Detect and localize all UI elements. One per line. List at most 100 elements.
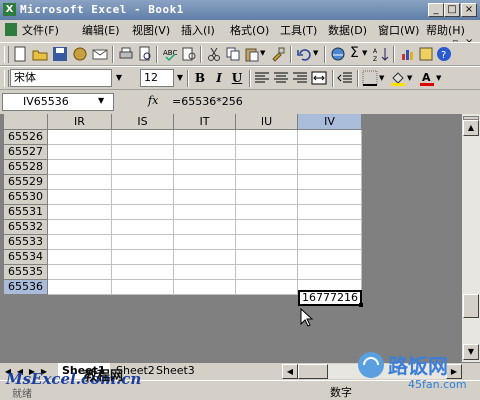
table-cell[interactable]: [48, 280, 112, 295]
new-icon[interactable]: [12, 46, 28, 62]
row-header[interactable]: 65526: [4, 130, 48, 145]
table-cell[interactable]: [236, 280, 298, 295]
table-cell[interactable]: [112, 190, 174, 205]
font-color-icon[interactable]: A: [419, 70, 435, 86]
row-header[interactable]: 65529: [4, 175, 48, 190]
scroll-down-button[interactable]: ▼: [463, 344, 479, 360]
table-cell[interactable]: [236, 265, 298, 280]
column-header-IS[interactable]: IS: [112, 114, 174, 130]
insert-function-button[interactable]: fx: [148, 94, 158, 107]
borders-dropdown-arrow[interactable]: ▼: [379, 74, 384, 82]
scroll-up-button[interactable]: ▲: [463, 120, 479, 136]
merge-center-icon[interactable]: [311, 70, 327, 86]
table-cell[interactable]: [48, 160, 112, 175]
mail-icon[interactable]: [92, 46, 108, 62]
menu-window[interactable]: 窗口(W): [378, 22, 419, 38]
autosum-icon[interactable]: Σ: [350, 45, 359, 61]
table-cell[interactable]: [48, 190, 112, 205]
fill-handle[interactable]: [359, 303, 363, 307]
spelling-icon[interactable]: ABC: [162, 46, 178, 62]
row-header[interactable]: 65527: [4, 145, 48, 160]
align-center-icon[interactable]: [273, 70, 289, 86]
table-cell[interactable]: [298, 250, 362, 265]
permission-icon[interactable]: [72, 46, 88, 62]
align-left-icon[interactable]: [254, 70, 270, 86]
table-cell[interactable]: [112, 265, 174, 280]
table-cell[interactable]: [48, 175, 112, 190]
research-icon[interactable]: [181, 46, 197, 62]
table-cell[interactable]: [48, 145, 112, 160]
font-color-dropdown-arrow[interactable]: ▼: [436, 74, 441, 82]
copy-icon[interactable]: [225, 46, 241, 62]
row-header[interactable]: 65536: [4, 280, 48, 295]
table-cell[interactable]: [298, 235, 362, 250]
table-cell[interactable]: [236, 205, 298, 220]
table-cell[interactable]: [298, 175, 362, 190]
toolbar-grip[interactable]: [4, 46, 9, 63]
row-header[interactable]: 65534: [4, 250, 48, 265]
table-cell[interactable]: [236, 235, 298, 250]
table-cell[interactable]: [298, 265, 362, 280]
align-right-icon[interactable]: [292, 70, 308, 86]
menu-format[interactable]: 格式(O): [230, 22, 269, 38]
select-all-corner[interactable]: [4, 114, 48, 130]
fill-color-icon[interactable]: [390, 70, 406, 86]
minimize-button[interactable]: _: [428, 3, 444, 17]
autosum-dropdown-arrow[interactable]: ▼: [362, 49, 367, 57]
font-size-select[interactable]: 12: [140, 69, 174, 87]
vertical-scrollbar[interactable]: ▲ ▼: [462, 114, 480, 362]
sort-ascending-icon[interactable]: AZ: [373, 46, 389, 62]
active-cell[interactable]: 16777216: [298, 290, 362, 306]
table-cell[interactable]: [48, 235, 112, 250]
column-header-IR[interactable]: IR: [48, 114, 112, 130]
table-cell[interactable]: [236, 175, 298, 190]
excel-icon[interactable]: X: [3, 3, 16, 16]
table-cell[interactable]: [112, 130, 174, 145]
row-header[interactable]: 65532: [4, 220, 48, 235]
insert-hyperlink-icon[interactable]: [330, 46, 346, 62]
column-header-IV[interactable]: IV: [298, 114, 362, 130]
table-cell[interactable]: [48, 130, 112, 145]
horizontal-scroll-thumb[interactable]: [298, 364, 328, 379]
table-cell[interactable]: [174, 160, 236, 175]
table-cell[interactable]: [112, 160, 174, 175]
drawing-icon[interactable]: [418, 46, 434, 62]
table-cell[interactable]: [298, 205, 362, 220]
maximize-button[interactable]: □: [444, 3, 460, 17]
menu-view[interactable]: 视图(V): [132, 22, 170, 38]
table-cell[interactable]: [174, 250, 236, 265]
table-cell[interactable]: [112, 205, 174, 220]
table-cell[interactable]: [236, 160, 298, 175]
bold-button[interactable]: B: [191, 70, 209, 87]
print-preview-icon[interactable]: [137, 46, 153, 62]
table-cell[interactable]: [48, 265, 112, 280]
table-cell[interactable]: [298, 160, 362, 175]
document-icon[interactable]: [5, 23, 17, 36]
table-cell[interactable]: [174, 280, 236, 295]
table-cell[interactable]: [174, 190, 236, 205]
save-icon[interactable]: [52, 46, 68, 62]
decrease-indent-icon[interactable]: [337, 70, 353, 86]
open-icon[interactable]: [32, 46, 48, 62]
menu-file[interactable]: 文件(F): [22, 22, 59, 38]
table-cell[interactable]: [236, 190, 298, 205]
name-box-dropdown-icon[interactable]: ▼: [98, 96, 104, 105]
row-header[interactable]: 65533: [4, 235, 48, 250]
formula-input[interactable]: =65536*256: [172, 95, 243, 108]
fill-color-dropdown-arrow[interactable]: ▼: [407, 74, 412, 82]
font-size-dropdown-icon[interactable]: ▼: [174, 69, 186, 87]
underline-button[interactable]: U: [228, 70, 246, 87]
chart-wizard-icon[interactable]: [400, 46, 416, 62]
column-header-IU[interactable]: IU: [236, 114, 298, 130]
table-cell[interactable]: [174, 175, 236, 190]
column-header-IT[interactable]: IT: [174, 114, 236, 130]
menu-tools[interactable]: 工具(T): [280, 22, 317, 38]
table-cell[interactable]: [174, 220, 236, 235]
row-header[interactable]: 65535: [4, 265, 48, 280]
menu-insert[interactable]: 插入(I): [181, 22, 215, 38]
paste-dropdown-arrow[interactable]: ▼: [260, 49, 265, 57]
table-cell[interactable]: [298, 130, 362, 145]
table-cell[interactable]: [236, 130, 298, 145]
table-cell[interactable]: [112, 250, 174, 265]
table-cell[interactable]: [174, 145, 236, 160]
